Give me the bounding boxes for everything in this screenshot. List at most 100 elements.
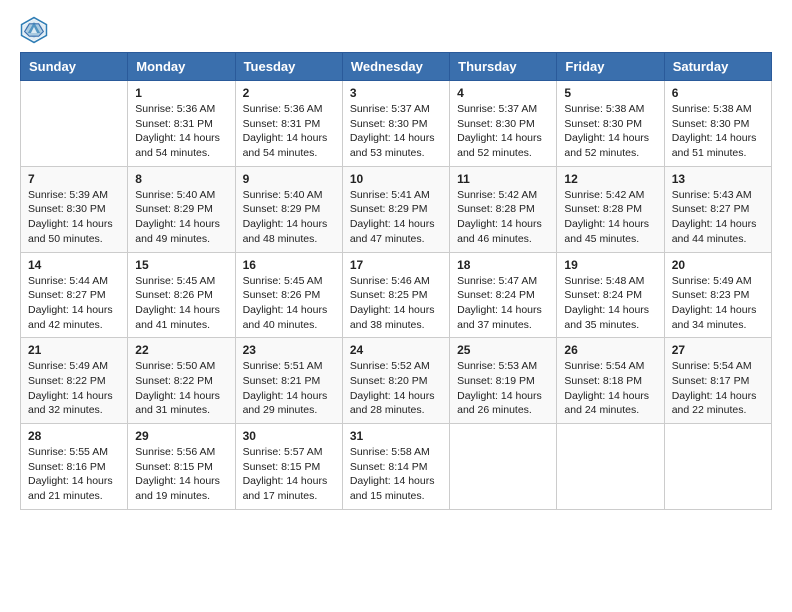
calendar-week-row: 7 Sunrise: 5:39 AMSunset: 8:30 PMDaylight…: [21, 166, 772, 252]
day-number: 26: [564, 343, 656, 357]
day-number: 3: [350, 86, 442, 100]
calendar-cell: 16 Sunrise: 5:45 AMSunset: 8:26 PMDayligh…: [235, 252, 342, 338]
calendar-cell: 23 Sunrise: 5:51 AMSunset: 8:21 PMDayligh…: [235, 338, 342, 424]
day-number: 20: [672, 258, 764, 272]
day-number: 1: [135, 86, 227, 100]
calendar-cell: [557, 424, 664, 510]
day-number: 17: [350, 258, 442, 272]
day-number: 27: [672, 343, 764, 357]
calendar-cell: 9 Sunrise: 5:40 AMSunset: 8:29 PMDaylight…: [235, 166, 342, 252]
column-header-wednesday: Wednesday: [342, 53, 449, 81]
day-number: 25: [457, 343, 549, 357]
day-info: Sunrise: 5:40 AMSunset: 8:29 PMDaylight:…: [243, 188, 335, 247]
calendar-cell: 11 Sunrise: 5:42 AMSunset: 8:28 PMDayligh…: [450, 166, 557, 252]
column-header-monday: Monday: [128, 53, 235, 81]
day-info: Sunrise: 5:47 AMSunset: 8:24 PMDaylight:…: [457, 274, 549, 333]
day-number: 30: [243, 429, 335, 443]
day-info: Sunrise: 5:51 AMSunset: 8:21 PMDaylight:…: [243, 359, 335, 418]
calendar-week-row: 1 Sunrise: 5:36 AMSunset: 8:31 PMDaylight…: [21, 81, 772, 167]
calendar-cell: 12Sunrise: 5:42 AMSunset: 8:28 PMDayligh…: [557, 166, 664, 252]
calendar-cell: 20 Sunrise: 5:49 AMSunset: 8:23 PMDayligh…: [664, 252, 771, 338]
day-info: Sunrise: 5:50 AMSunset: 8:22 PMDaylight:…: [135, 359, 227, 418]
day-number: 18: [457, 258, 549, 272]
calendar-cell: 13 Sunrise: 5:43 AMSunset: 8:27 PMDayligh…: [664, 166, 771, 252]
day-number: 21: [28, 343, 120, 357]
calendar-week-row: 14 Sunrise: 5:44 AMSunset: 8:27 PMDayligh…: [21, 252, 772, 338]
calendar-cell: 24 Sunrise: 5:52 AMSunset: 8:20 PMDayligh…: [342, 338, 449, 424]
day-number: 29: [135, 429, 227, 443]
calendar-cell: 26 Sunrise: 5:54 AMSunset: 8:18 PMDayligh…: [557, 338, 664, 424]
calendar-cell: 5 Sunrise: 5:38 AMSunset: 8:30 PMDaylight…: [557, 81, 664, 167]
calendar-cell: 17 Sunrise: 5:46 AMSunset: 8:25 PMDayligh…: [342, 252, 449, 338]
calendar-cell: 22 Sunrise: 5:50 AMSunset: 8:22 PMDayligh…: [128, 338, 235, 424]
day-info: Sunrise: 5:55 AMSunset: 8:16 PMDaylight:…: [28, 445, 120, 504]
day-number: 24: [350, 343, 442, 357]
calendar-cell: 31Sunrise: 5:58 AMSunset: 8:14 PMDayligh…: [342, 424, 449, 510]
calendar-cell: 14 Sunrise: 5:44 AMSunset: 8:27 PMDayligh…: [21, 252, 128, 338]
calendar-table: SundayMondayTuesdayWednesdayThursdayFrid…: [20, 52, 772, 510]
day-info: Sunrise: 5:41 AMSunset: 8:29 PMDaylight:…: [350, 188, 442, 247]
day-info: Sunrise: 5:45 AMSunset: 8:26 PMDaylight:…: [243, 274, 335, 333]
calendar-cell: [450, 424, 557, 510]
day-number: 22: [135, 343, 227, 357]
day-number: 15: [135, 258, 227, 272]
day-info: Sunrise: 5:54 AMSunset: 8:17 PMDaylight:…: [672, 359, 764, 418]
calendar-cell: 6 Sunrise: 5:38 AMSunset: 8:30 PMDaylight…: [664, 81, 771, 167]
calendar-cell: [21, 81, 128, 167]
day-number: 11: [457, 172, 549, 186]
day-info: Sunrise: 5:48 AMSunset: 8:24 PMDaylight:…: [564, 274, 656, 333]
day-info: Sunrise: 5:54 AMSunset: 8:18 PMDaylight:…: [564, 359, 656, 418]
day-info: Sunrise: 5:56 AMSunset: 8:15 PMDaylight:…: [135, 445, 227, 504]
day-number: 16: [243, 258, 335, 272]
calendar-cell: 7 Sunrise: 5:39 AMSunset: 8:30 PMDaylight…: [21, 166, 128, 252]
day-info: Sunrise: 5:36 AMSunset: 8:31 PMDaylight:…: [135, 102, 227, 161]
day-info: Sunrise: 5:57 AMSunset: 8:15 PMDaylight:…: [243, 445, 335, 504]
day-info: Sunrise: 5:38 AMSunset: 8:30 PMDaylight:…: [564, 102, 656, 161]
calendar-cell: 10Sunrise: 5:41 AMSunset: 8:29 PMDayligh…: [342, 166, 449, 252]
day-info: Sunrise: 5:40 AMSunset: 8:29 PMDaylight:…: [135, 188, 227, 247]
calendar-cell: 15 Sunrise: 5:45 AMSunset: 8:26 PMDayligh…: [128, 252, 235, 338]
day-number: 14: [28, 258, 120, 272]
calendar-cell: 29 Sunrise: 5:56 AMSunset: 8:15 PMDayligh…: [128, 424, 235, 510]
logo-icon: [20, 16, 48, 44]
day-info: Sunrise: 5:42 AMSunset: 8:28 PMDaylight:…: [457, 188, 549, 247]
calendar-cell: 4Sunrise: 5:37 AMSunset: 8:30 PMDaylight…: [450, 81, 557, 167]
day-number: 4: [457, 86, 549, 100]
calendar-cell: [664, 424, 771, 510]
day-number: 9: [243, 172, 335, 186]
day-info: Sunrise: 5:49 AMSunset: 8:23 PMDaylight:…: [672, 274, 764, 333]
day-info: Sunrise: 5:52 AMSunset: 8:20 PMDaylight:…: [350, 359, 442, 418]
day-info: Sunrise: 5:44 AMSunset: 8:27 PMDaylight:…: [28, 274, 120, 333]
day-number: 12: [564, 172, 656, 186]
column-header-friday: Friday: [557, 53, 664, 81]
day-number: 7: [28, 172, 120, 186]
column-header-thursday: Thursday: [450, 53, 557, 81]
day-info: Sunrise: 5:45 AMSunset: 8:26 PMDaylight:…: [135, 274, 227, 333]
day-number: 5: [564, 86, 656, 100]
day-number: 23: [243, 343, 335, 357]
calendar-week-row: 21Sunrise: 5:49 AMSunset: 8:22 PMDayligh…: [21, 338, 772, 424]
day-number: 13: [672, 172, 764, 186]
calendar-week-row: 28 Sunrise: 5:55 AMSunset: 8:16 PMDayligh…: [21, 424, 772, 510]
calendar-cell: 2Sunrise: 5:36 AMSunset: 8:31 PMDaylight…: [235, 81, 342, 167]
day-number: 19: [564, 258, 656, 272]
calendar-cell: 3Sunrise: 5:37 AMSunset: 8:30 PMDaylight…: [342, 81, 449, 167]
calendar-cell: 25Sunrise: 5:53 AMSunset: 8:19 PMDayligh…: [450, 338, 557, 424]
day-info: Sunrise: 5:46 AMSunset: 8:25 PMDaylight:…: [350, 274, 442, 333]
column-header-saturday: Saturday: [664, 53, 771, 81]
calendar-cell: 27 Sunrise: 5:54 AMSunset: 8:17 PMDayligh…: [664, 338, 771, 424]
day-info: Sunrise: 5:38 AMSunset: 8:30 PMDaylight:…: [672, 102, 764, 161]
calendar-cell: 30 Sunrise: 5:57 AMSunset: 8:15 PMDayligh…: [235, 424, 342, 510]
header: [20, 16, 772, 44]
calendar-header-row: SundayMondayTuesdayWednesdayThursdayFrid…: [21, 53, 772, 81]
calendar-cell: 1 Sunrise: 5:36 AMSunset: 8:31 PMDaylight…: [128, 81, 235, 167]
day-number: 6: [672, 86, 764, 100]
day-info: Sunrise: 5:39 AMSunset: 8:30 PMDaylight:…: [28, 188, 120, 247]
column-header-sunday: Sunday: [21, 53, 128, 81]
day-info: Sunrise: 5:43 AMSunset: 8:27 PMDaylight:…: [672, 188, 764, 247]
day-number: 28: [28, 429, 120, 443]
calendar-cell: 21Sunrise: 5:49 AMSunset: 8:22 PMDayligh…: [21, 338, 128, 424]
day-info: Sunrise: 5:36 AMSunset: 8:31 PMDaylight:…: [243, 102, 335, 161]
calendar-cell: 19 Sunrise: 5:48 AMSunset: 8:24 PMDayligh…: [557, 252, 664, 338]
calendar-cell: 18 Sunrise: 5:47 AMSunset: 8:24 PMDayligh…: [450, 252, 557, 338]
